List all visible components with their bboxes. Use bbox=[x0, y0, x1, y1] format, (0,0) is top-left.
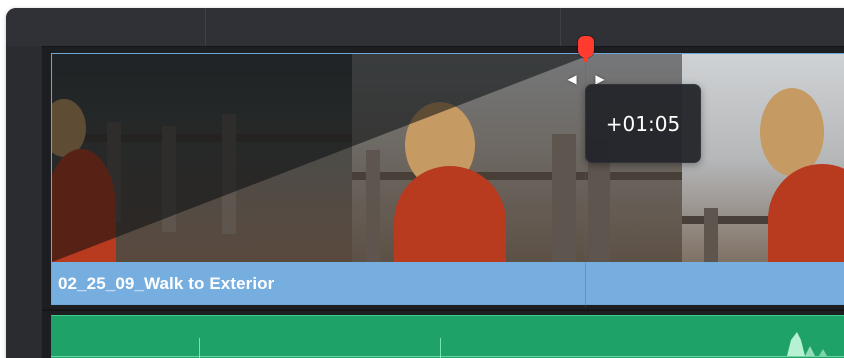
track-header-gutter bbox=[6, 46, 43, 358]
ruler-grid-line bbox=[560, 8, 561, 46]
clip-name-label: 02_25_09_Walk to Exterior bbox=[58, 274, 275, 293]
playhead-icon[interactable] bbox=[578, 36, 594, 62]
timeline-panel: 02_25_09_Walk to Exterior bbox=[6, 8, 844, 358]
ruler-grid-line bbox=[205, 8, 206, 46]
background-post bbox=[552, 134, 576, 262]
trim-left-arrow-icon[interactable]: ◀ bbox=[566, 72, 578, 86]
video-track: 02_25_09_Walk to Exterior bbox=[42, 46, 844, 310]
timeline-ruler bbox=[6, 8, 844, 46]
background-post bbox=[366, 150, 380, 262]
video-clip[interactable]: 02_25_09_Walk to Exterior bbox=[51, 53, 844, 305]
subject-figure bbox=[394, 166, 506, 262]
audio-clip[interactable] bbox=[51, 315, 844, 358]
clip-name-bar: 02_25_09_Walk to Exterior bbox=[52, 262, 844, 304]
timeline-screenshot: 02_25_09_Walk to Exterior ◀ ▶ +01:05 bbox=[0, 0, 844, 358]
video-thumbnail bbox=[682, 54, 844, 262]
audio-waveform bbox=[787, 332, 827, 356]
slip-offset-tooltip: +01:05 bbox=[585, 84, 701, 163]
subject-hair bbox=[760, 88, 824, 176]
slip-offset-value: +01:05 bbox=[605, 112, 681, 136]
background-post bbox=[704, 208, 718, 262]
audio-track bbox=[42, 310, 844, 358]
subject-figure bbox=[768, 164, 844, 262]
background-rail bbox=[352, 172, 682, 180]
